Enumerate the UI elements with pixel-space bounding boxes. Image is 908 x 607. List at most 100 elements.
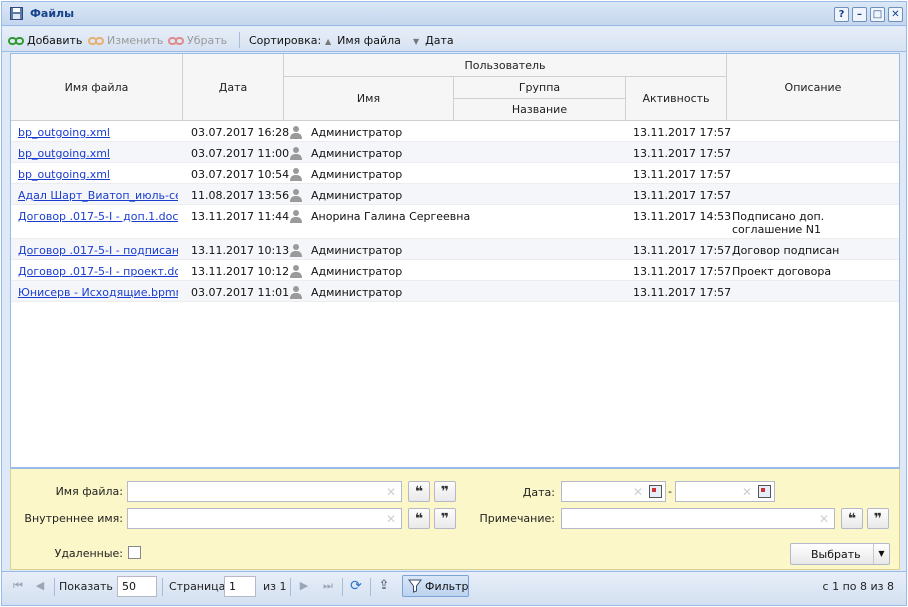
date-from-input[interactable]: ✕ bbox=[561, 481, 666, 502]
filename-link[interactable]: Договор .017-5-I - доп.1.docx bbox=[18, 210, 178, 223]
exact-match-end-button[interactable]: ❞ bbox=[434, 481, 456, 502]
page-size-label: Показать bbox=[59, 580, 113, 593]
filename-link[interactable]: Договор .017-5-I - подписан... bbox=[18, 244, 178, 257]
date-to-input[interactable]: ✕ bbox=[675, 481, 775, 502]
user-icon bbox=[290, 189, 302, 202]
filename-filter-label: Имя файла: bbox=[55, 485, 123, 498]
column-header-description[interactable]: Описание bbox=[727, 54, 899, 121]
column-group-user: Пользователь bbox=[284, 54, 727, 77]
page-number-input[interactable]: 1 bbox=[224, 576, 256, 597]
user-name-cell: Администратор bbox=[311, 244, 403, 257]
select-button-label: Выбрать bbox=[811, 548, 861, 561]
internal-name-filter-input[interactable]: ✕ bbox=[127, 508, 402, 529]
column-header-filename[interactable]: Имя файла bbox=[11, 54, 183, 121]
table-row[interactable]: Юнисерв - Исходящие.bpmn 03.07.2017 11:01… bbox=[11, 281, 899, 302]
dropdown-arrow-icon[interactable]: ▼ bbox=[873, 544, 889, 564]
filter-toggle-button[interactable]: Фильтр bbox=[402, 575, 469, 597]
user-name-cell: Администратор bbox=[311, 265, 403, 278]
description-cell: Проект договора bbox=[732, 265, 832, 278]
exact-match-start-button[interactable]: ❝ bbox=[408, 508, 430, 529]
exact-match-end-button[interactable]: ❞ bbox=[434, 508, 456, 529]
user-icon bbox=[290, 286, 302, 299]
date-cell: 03.07.2017 10:54 bbox=[191, 168, 290, 181]
maximize-button[interactable]: □ bbox=[870, 7, 885, 22]
activity-cell: 13.11.2017 17:57 bbox=[633, 168, 732, 181]
remove-button[interactable]: Убрать bbox=[168, 34, 227, 47]
add-button[interactable]: Добавить bbox=[8, 34, 82, 47]
export-icon[interactable]: ⇪ bbox=[376, 578, 392, 594]
link-add-icon bbox=[8, 37, 24, 45]
clear-icon[interactable]: ✕ bbox=[633, 485, 643, 499]
funnel-icon bbox=[408, 579, 422, 593]
exact-match-start-button[interactable]: ❝ bbox=[841, 508, 863, 529]
date-cell: 11.08.2017 13:56 bbox=[191, 189, 290, 202]
description-cell: Подписано доп. соглашение N1 bbox=[732, 210, 825, 236]
toolbar: Добавить Изменить Убрать Сортировка: ▲ Им… bbox=[2, 27, 906, 52]
calendar-icon[interactable] bbox=[649, 485, 662, 498]
help-button[interactable]: ? bbox=[834, 7, 849, 22]
prev-page-icon[interactable]: ◀ bbox=[32, 578, 48, 594]
note-filter-label: Примечание: bbox=[479, 512, 555, 525]
column-header-group-name[interactable]: Название bbox=[454, 99, 626, 121]
column-header-activity[interactable]: Активность bbox=[626, 77, 727, 121]
table-row[interactable]: Договор .017-5-I - доп.1.docx 13.11.2017 … bbox=[11, 205, 899, 239]
sort-date-label: Дата bbox=[425, 34, 454, 47]
sort-filename-label: Имя файла bbox=[337, 34, 401, 47]
date-range-separator: - bbox=[668, 485, 672, 498]
clear-icon[interactable]: ✕ bbox=[819, 512, 829, 526]
date-cell: 13.11.2017 10:12 bbox=[191, 265, 290, 278]
date-cell: 13.11.2017 11:44 bbox=[191, 210, 290, 223]
sort-descending-icon: ▼ bbox=[413, 37, 420, 46]
deleted-filter-label: Удаленные: bbox=[54, 547, 123, 560]
edit-button[interactable]: Изменить bbox=[88, 34, 163, 47]
first-page-icon[interactable]: ⏮ bbox=[10, 578, 26, 594]
column-group-group: Группа bbox=[454, 77, 626, 99]
note-filter-input[interactable]: ✕ bbox=[561, 508, 835, 529]
pager-separator bbox=[54, 578, 55, 596]
filename-link[interactable]: Юнисерв - Исходящие.bpmn bbox=[18, 286, 178, 299]
close-button[interactable]: ✕ bbox=[888, 7, 903, 22]
filename-link[interactable]: bp_outgoing.xml bbox=[18, 168, 178, 181]
column-header-user-name[interactable]: Имя bbox=[284, 77, 454, 121]
select-button[interactable]: Выбрать ▼ bbox=[790, 543, 890, 565]
user-name-cell: Анорина Галина Сергеевна bbox=[311, 210, 471, 223]
user-name-cell: Администратор bbox=[311, 168, 403, 181]
sort-by-filename-button[interactable]: ▲ Имя файла bbox=[325, 34, 401, 47]
pager-separator bbox=[290, 578, 291, 596]
sort-label: Сортировка: bbox=[249, 34, 322, 47]
table-row[interactable]: bp_outgoing.xml 03.07.2017 10:54 Администр… bbox=[11, 163, 899, 184]
paging-toolbar: ⏮ ◀ Показать 50 Страница 1 из 1 ▶ ⏭ ⟳ ⇪ … bbox=[2, 571, 906, 605]
refresh-icon[interactable]: ⟳ bbox=[348, 578, 364, 594]
table-row[interactable]: bp_outgoing.xml 03.07.2017 11:00 Администр… bbox=[11, 142, 899, 163]
table-row[interactable]: Договор .017-5-I - проект.docx 13.11.2017… bbox=[11, 260, 899, 281]
page-size-input[interactable]: 50 bbox=[117, 576, 157, 597]
internal-name-filter-label: Внутреннее имя: bbox=[24, 512, 123, 525]
last-page-icon[interactable]: ⏭ bbox=[320, 578, 336, 594]
minimize-button[interactable]: – bbox=[852, 7, 867, 22]
calendar-icon[interactable] bbox=[758, 485, 771, 498]
next-page-icon[interactable]: ▶ bbox=[296, 578, 312, 594]
floppy-disk-icon bbox=[10, 7, 23, 20]
user-icon bbox=[290, 244, 302, 257]
date-cell: 03.07.2017 16:28 bbox=[191, 126, 290, 139]
table-row[interactable]: Договор .017-5-I - подписан... 13.11.2017… bbox=[11, 239, 899, 260]
filename-link[interactable]: bp_outgoing.xml bbox=[18, 126, 178, 139]
date-cell: 03.07.2017 11:00 bbox=[191, 147, 290, 160]
clear-icon[interactable]: ✕ bbox=[386, 512, 396, 526]
clear-icon[interactable]: ✕ bbox=[386, 485, 396, 499]
column-header-date[interactable]: Дата bbox=[183, 54, 284, 121]
clear-icon[interactable]: ✕ bbox=[742, 485, 752, 499]
edit-label: Изменить bbox=[107, 34, 164, 47]
exact-match-start-button[interactable]: ❝ bbox=[408, 481, 430, 502]
filename-link[interactable]: Адал Шарт_Виатоп_июль-сен... bbox=[18, 189, 178, 202]
filename-filter-input[interactable]: ✕ bbox=[127, 481, 402, 502]
filename-link[interactable]: bp_outgoing.xml bbox=[18, 147, 178, 160]
deleted-checkbox[interactable] bbox=[128, 546, 141, 559]
title-bar: Файлы ? – □ ✕ bbox=[2, 2, 906, 26]
date-cell: 13.11.2017 10:13 bbox=[191, 244, 290, 257]
filename-link[interactable]: Договор .017-5-I - проект.docx bbox=[18, 265, 178, 278]
table-row[interactable]: bp_outgoing.xml 03.07.2017 16:28 Администр… bbox=[11, 121, 899, 142]
exact-match-end-button[interactable]: ❞ bbox=[867, 508, 889, 529]
sort-by-date-button[interactable]: ▼ Дата bbox=[413, 34, 454, 47]
table-row[interactable]: Адал Шарт_Виатоп_июль-сен... 11.08.2017 1… bbox=[11, 184, 899, 205]
